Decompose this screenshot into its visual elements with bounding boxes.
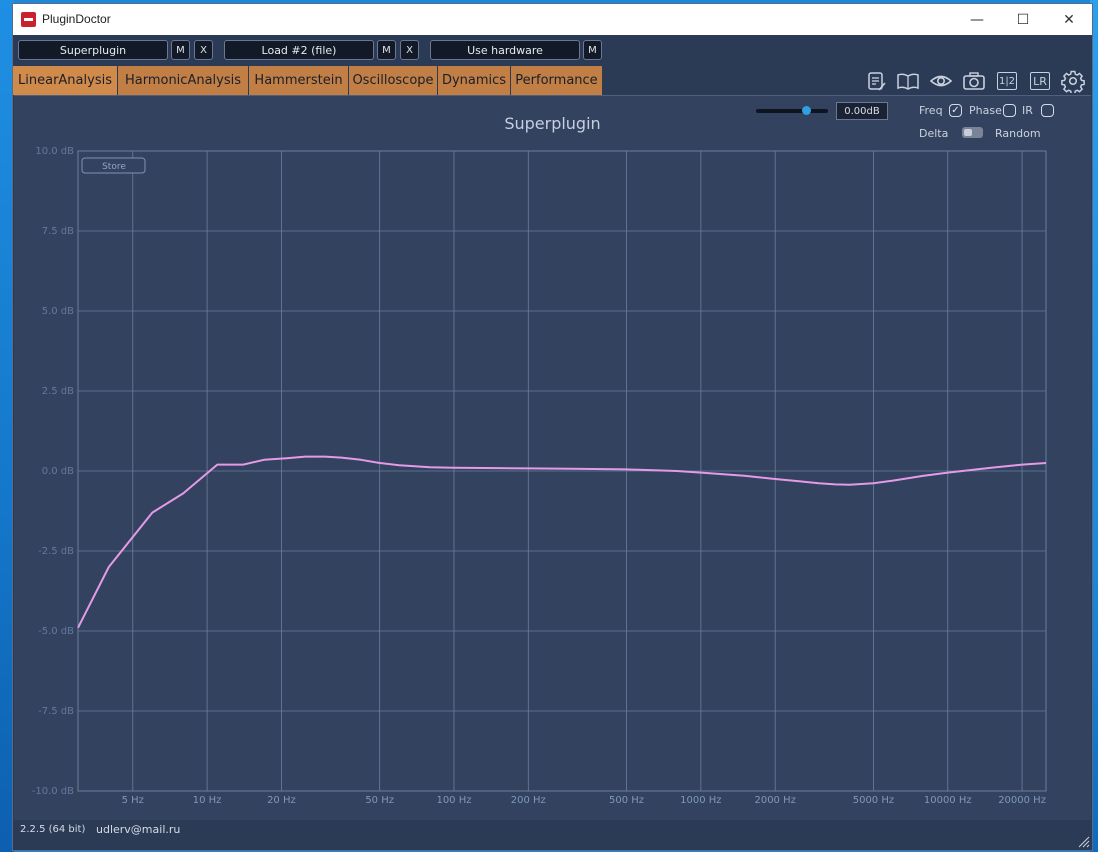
tab-hammerstein[interactable]: Hammerstein <box>249 66 349 95</box>
delta-random-toggle[interactable] <box>962 127 983 138</box>
desktop-background-left <box>0 0 14 852</box>
app-icon <box>21 12 36 27</box>
compare-1-2-label: 1|2 <box>997 72 1017 90</box>
email-label: udlerv@mail.ru <box>96 823 181 836</box>
ir-checkbox[interactable] <box>1041 104 1054 117</box>
y-tick-label: -10.0 dB <box>32 786 74 797</box>
tab-linear-analysis[interactable]: LinearAnalysis <box>13 66 118 95</box>
x-tick-label: 20000 Hz <box>998 795 1046 806</box>
window-title: PluginDoctor <box>42 12 111 26</box>
plugin-toolbar: Superplugin M X Load #2 (file) M X Use h… <box>13 37 1092 65</box>
title-bar[interactable]: PluginDoctor — ☐ ✕ <box>13 4 1092 35</box>
gain-value-field[interactable]: 0.00dB <box>836 102 888 120</box>
frequency-response-chart[interactable]: 10.0 dB 7.5 dB 5.0 dB 2.5 dB 0.0 dB -2.5 dB -5… <box>14 96 1091 820</box>
x-tick-label: 500 Hz <box>609 795 644 806</box>
ir-label: IR <box>1022 104 1033 117</box>
x-tick-label: 10 Hz <box>193 795 222 806</box>
compare-1-2-icon[interactable]: 1|2 <box>994 68 1020 94</box>
frequency-response-line <box>77 455 1047 629</box>
y-tick-label: -2.5 dB <box>38 546 74 557</box>
analysis-tabs: LinearAnalysis HarmonicAnalysis Hammerst… <box>13 66 603 95</box>
version-label: 2.2.5 (64 bit) <box>20 824 86 835</box>
y-tick-label: 5.0 dB <box>42 306 74 317</box>
gear-icon[interactable] <box>1060 68 1086 94</box>
x-tick-label: 5 Hz <box>122 795 144 806</box>
x-tick-label: 20 Hz <box>267 795 296 806</box>
check-icon: ✓ <box>951 104 960 116</box>
plugin-mute-button[interactable]: M <box>171 40 190 60</box>
y-tick-label: 0.0 dB <box>42 466 74 477</box>
freq-checkbox[interactable]: ✓ <box>949 104 962 117</box>
hardware-slot-button[interactable]: Use hardware <box>430 40 580 60</box>
freq-label: Freq <box>919 104 943 117</box>
y-tick-label: 10.0 dB <box>35 146 74 157</box>
lr-label: LR <box>1030 72 1050 90</box>
x-tick-label: 50 Hz <box>365 795 394 806</box>
camera-icon[interactable] <box>961 68 987 94</box>
phase-checkbox[interactable] <box>1003 104 1016 117</box>
close-button[interactable]: ✕ <box>1046 4 1092 35</box>
hardware-mute-button[interactable]: M <box>583 40 602 60</box>
x-tick-label: 200 Hz <box>511 795 546 806</box>
delta-label: Delta <box>919 127 949 140</box>
tab-performance[interactable]: Performance <box>511 66 603 95</box>
y-tick-label: 2.5 dB <box>42 386 74 397</box>
maximize-button[interactable]: ☐ <box>1000 4 1046 35</box>
plugin-slot-button[interactable]: Superplugin <box>18 40 168 60</box>
tab-oscilloscope[interactable]: Oscilloscope <box>349 66 438 95</box>
plugin-remove-button[interactable]: X <box>194 40 213 60</box>
y-tick-label: -5.0 dB <box>38 626 74 637</box>
x-tick-label: 10000 Hz <box>924 795 972 806</box>
random-label: Random <box>995 127 1041 140</box>
load-remove-button[interactable]: X <box>400 40 419 60</box>
notes-icon[interactable] <box>863 68 889 94</box>
plugindoctor-window: PluginDoctor — ☐ ✕ Superplugin M X Load … <box>13 4 1092 850</box>
y-tick-label: 7.5 dB <box>42 226 74 237</box>
x-tick-label: 5000 Hz <box>853 795 894 806</box>
load-mute-button[interactable]: M <box>377 40 396 60</box>
phase-label: Phase <box>969 104 1002 117</box>
x-tick-label: 1000 Hz <box>680 795 721 806</box>
load-slot-button[interactable]: Load #2 (file) <box>224 40 374 60</box>
tab-dynamics[interactable]: Dynamics <box>438 66 511 95</box>
tab-harmonic-analysis[interactable]: HarmonicAnalysis <box>118 66 249 95</box>
book-icon[interactable] <box>895 68 921 94</box>
store-button-label[interactable]: Store <box>102 162 126 172</box>
x-tick-label: 2000 Hz <box>754 795 795 806</box>
gain-slider-track[interactable] <box>756 109 828 113</box>
eye-icon[interactable] <box>928 68 954 94</box>
y-tick-label: -7.5 dB <box>38 706 74 717</box>
minimize-button[interactable]: — <box>954 4 1000 35</box>
x-tick-label: 100 Hz <box>436 795 471 806</box>
analysis-panel: 10.0 dB 7.5 dB 5.0 dB 2.5 dB 0.0 dB -2.5 dB -5… <box>14 95 1091 820</box>
resize-grip-icon[interactable] <box>1076 834 1090 848</box>
lr-icon[interactable]: LR <box>1027 68 1053 94</box>
